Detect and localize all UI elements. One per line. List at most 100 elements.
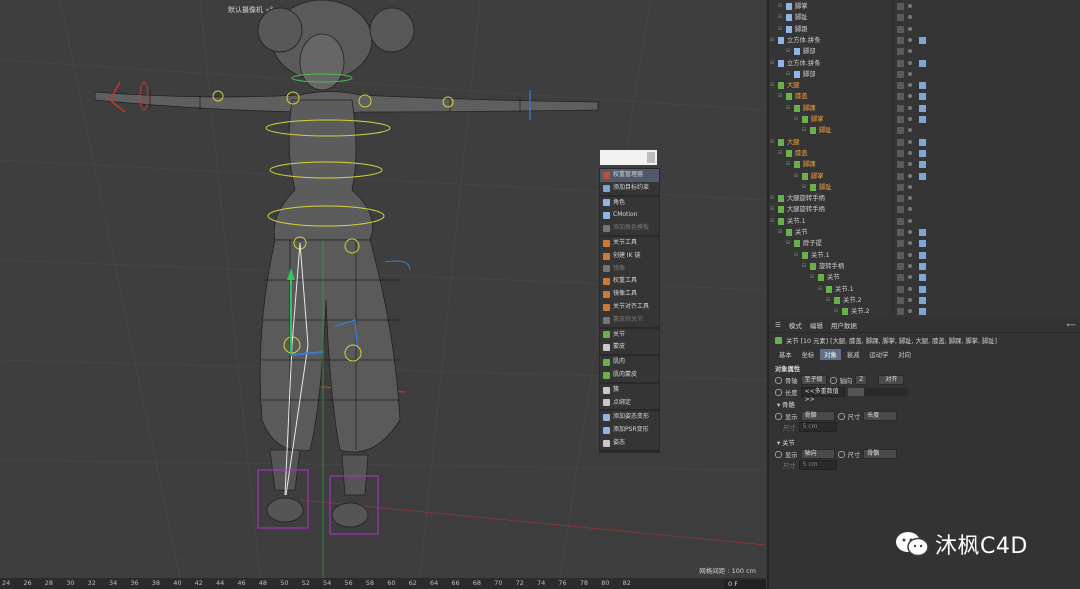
object-name[interactable]: 立方体.拼条 xyxy=(787,35,821,47)
context-menu-item[interactable]: 姿态 xyxy=(600,437,659,450)
expand-toggle-icon[interactable]: ⊟ xyxy=(786,238,790,250)
object-row[interactable]: ⊟ 脚趾 xyxy=(769,12,1080,24)
align-button[interactable]: 对齐 xyxy=(878,375,905,385)
expand-toggle-icon[interactable]: ⊟ xyxy=(778,12,782,24)
expand-toggle-icon[interactable]: ⊟ xyxy=(802,125,806,137)
expand-toggle-icon[interactable]: ⊟ xyxy=(786,46,790,58)
align-select[interactable]: 至子级 xyxy=(800,375,827,385)
expand-toggle-icon[interactable]: ⊟ xyxy=(770,204,774,216)
object-tag-icon[interactable] xyxy=(919,229,926,236)
visibility-dot-icon[interactable] xyxy=(908,230,912,234)
tab-facing[interactable]: 对向 xyxy=(894,349,915,360)
context-menu-item[interactable]: 添加姿态变形 xyxy=(600,411,659,424)
object-name[interactable]: 立方体.拼条 xyxy=(787,58,821,70)
object-name[interactable]: 关节 xyxy=(795,227,808,239)
visibility-dot-icon[interactable] xyxy=(908,252,912,257)
object-tag-icon[interactable] xyxy=(919,251,926,259)
context-menu-item[interactable]: 肌肉蒙皮 xyxy=(600,369,659,382)
layer-flag-icon[interactable] xyxy=(897,127,904,135)
object-name[interactable]: 关节.1 xyxy=(811,250,830,262)
layer-flag-icon[interactable] xyxy=(897,70,904,78)
object-name[interactable]: 脚趾 xyxy=(795,12,808,24)
object-row[interactable]: ⊟ 关节.1 xyxy=(769,250,1080,262)
context-menu-item[interactable]: 添加PSR变形 xyxy=(600,424,659,437)
length-slider[interactable] xyxy=(847,388,908,396)
visibility-dot-icon[interactable] xyxy=(908,26,912,31)
object-name[interactable]: 大腿 xyxy=(787,80,800,92)
object-row[interactable]: ⊟ 大腿 xyxy=(769,137,1080,149)
visibility-dot-icon[interactable] xyxy=(908,162,912,167)
visibility-dot-icon[interactable] xyxy=(908,117,912,121)
visibility-dot-icon[interactable] xyxy=(908,218,912,223)
object-row[interactable]: ⊟ 关节.2 xyxy=(769,306,1080,316)
object-row[interactable]: ⊟ 大腿 xyxy=(769,80,1080,92)
visibility-dot-icon[interactable] xyxy=(908,105,912,110)
joint-display-radio[interactable] xyxy=(775,450,782,458)
object-name[interactable]: 脚部 xyxy=(803,46,816,58)
expand-toggle-icon[interactable]: ⊟ xyxy=(778,1,782,13)
expand-toggle-icon[interactable]: ⊟ xyxy=(770,137,774,149)
context-menu-item[interactable]: 蒙皮 xyxy=(600,341,659,354)
context-menu-item[interactable]: CMotion xyxy=(600,209,659,222)
context-menu-item[interactable]: 权重工具 xyxy=(600,275,659,288)
layer-flag-icon[interactable] xyxy=(897,195,904,203)
layer-flag-icon[interactable] xyxy=(897,82,904,90)
object-name[interactable]: 关节.2 xyxy=(851,306,870,316)
object-row[interactable]: ⊟ 脚掌 xyxy=(769,114,1080,126)
visibility-dot-icon[interactable] xyxy=(908,275,912,280)
object-tag-icon[interactable] xyxy=(919,93,926,101)
expand-toggle-icon[interactable]: ⊟ xyxy=(778,91,782,103)
context-menu-item[interactable]: 点绑定 xyxy=(600,397,659,410)
visibility-dot-icon[interactable] xyxy=(908,83,912,88)
visibility-dot-icon[interactable] xyxy=(908,49,912,54)
bone-width-input[interactable]: 5 cm xyxy=(798,422,837,432)
visibility-dot-icon[interactable] xyxy=(908,286,912,291)
context-menu-item[interactable]: 添加目标约束 xyxy=(600,182,659,195)
object-tag-icon[interactable] xyxy=(919,240,926,248)
object-manager[interactable]: ⊟ 脚掌 ⊟ 脚趾 ⊟ 脚跟 ⊟ 立方体.拼条 ⊟ 脚部 ⊟ 立方体.拼条 ⊟ 脚部 ⊟ 大腿 ⊟ 膝盖 ⊟ 脚踝 ⊟ 脚… xyxy=(769,0,1080,316)
visibility-dot-icon[interactable] xyxy=(908,241,912,246)
visibility-dot-icon[interactable] xyxy=(908,4,912,8)
object-tag-icon[interactable] xyxy=(919,82,926,90)
object-row[interactable]: ⊟ 关节 xyxy=(769,227,1080,239)
layer-flag-icon[interactable] xyxy=(897,296,904,304)
object-row[interactable]: ⊟ 脚掌 xyxy=(769,171,1080,183)
layer-flag-icon[interactable] xyxy=(897,172,904,180)
object-row[interactable]: ⊟ 大腿旋转手柄 xyxy=(769,193,1080,205)
object-row[interactable]: ⊟ 脚趾 xyxy=(769,182,1080,194)
expand-toggle-icon[interactable]: ⊟ xyxy=(778,24,782,36)
layer-flag-icon[interactable] xyxy=(897,183,904,191)
joint-size-radio[interactable] xyxy=(837,450,845,458)
layer-flag-icon[interactable] xyxy=(897,274,904,282)
object-tag-icon[interactable] xyxy=(919,59,926,67)
layer-flag-icon[interactable] xyxy=(897,206,904,214)
expand-toggle-icon[interactable]: ⊟ xyxy=(802,182,806,194)
context-menu-item[interactable]: 关节对齐工具 xyxy=(600,301,659,314)
visibility-dot-icon[interactable] xyxy=(908,94,912,99)
expand-toggle-icon[interactable]: ⊟ xyxy=(778,227,782,239)
expand-toggle-icon[interactable]: ⊟ xyxy=(834,306,838,316)
object-name[interactable]: 脚趾 xyxy=(819,182,832,194)
layer-flag-icon[interactable] xyxy=(897,251,904,259)
object-row[interactable]: ⊟ 脖子提 xyxy=(769,238,1080,250)
object-tag-icon[interactable] xyxy=(919,274,926,282)
context-menu-item[interactable]: 权重管理器 xyxy=(600,169,659,182)
object-name[interactable]: 脚踝 xyxy=(803,159,816,171)
current-frame-field[interactable]: 0 F xyxy=(724,580,766,589)
expand-toggle-icon[interactable]: ⊟ xyxy=(794,171,798,183)
visibility-dot-icon[interactable] xyxy=(908,263,912,268)
layer-flag-icon[interactable] xyxy=(897,36,904,44)
visibility-dot-icon[interactable] xyxy=(908,139,912,144)
tab-kinematics[interactable]: 运动学 xyxy=(865,349,892,360)
context-menu-item[interactable]: 蒙皮转关节 xyxy=(600,314,659,327)
visibility-dot-icon[interactable] xyxy=(908,297,912,302)
object-tag-icon[interactable] xyxy=(919,36,926,44)
object-row[interactable]: ⊟ 关节.2 xyxy=(769,295,1080,307)
object-row[interactable]: ⊟ 脚部 xyxy=(769,46,1080,58)
back-arrow-icon[interactable]: ⟵ xyxy=(1067,321,1076,329)
object-row[interactable]: ⊟ 关节.1 xyxy=(769,216,1080,228)
layer-flag-icon[interactable] xyxy=(897,161,904,169)
menu-mode[interactable]: 模式 xyxy=(789,320,802,330)
object-tag-icon[interactable] xyxy=(919,116,926,123)
object-tag-icon[interactable] xyxy=(919,104,926,112)
